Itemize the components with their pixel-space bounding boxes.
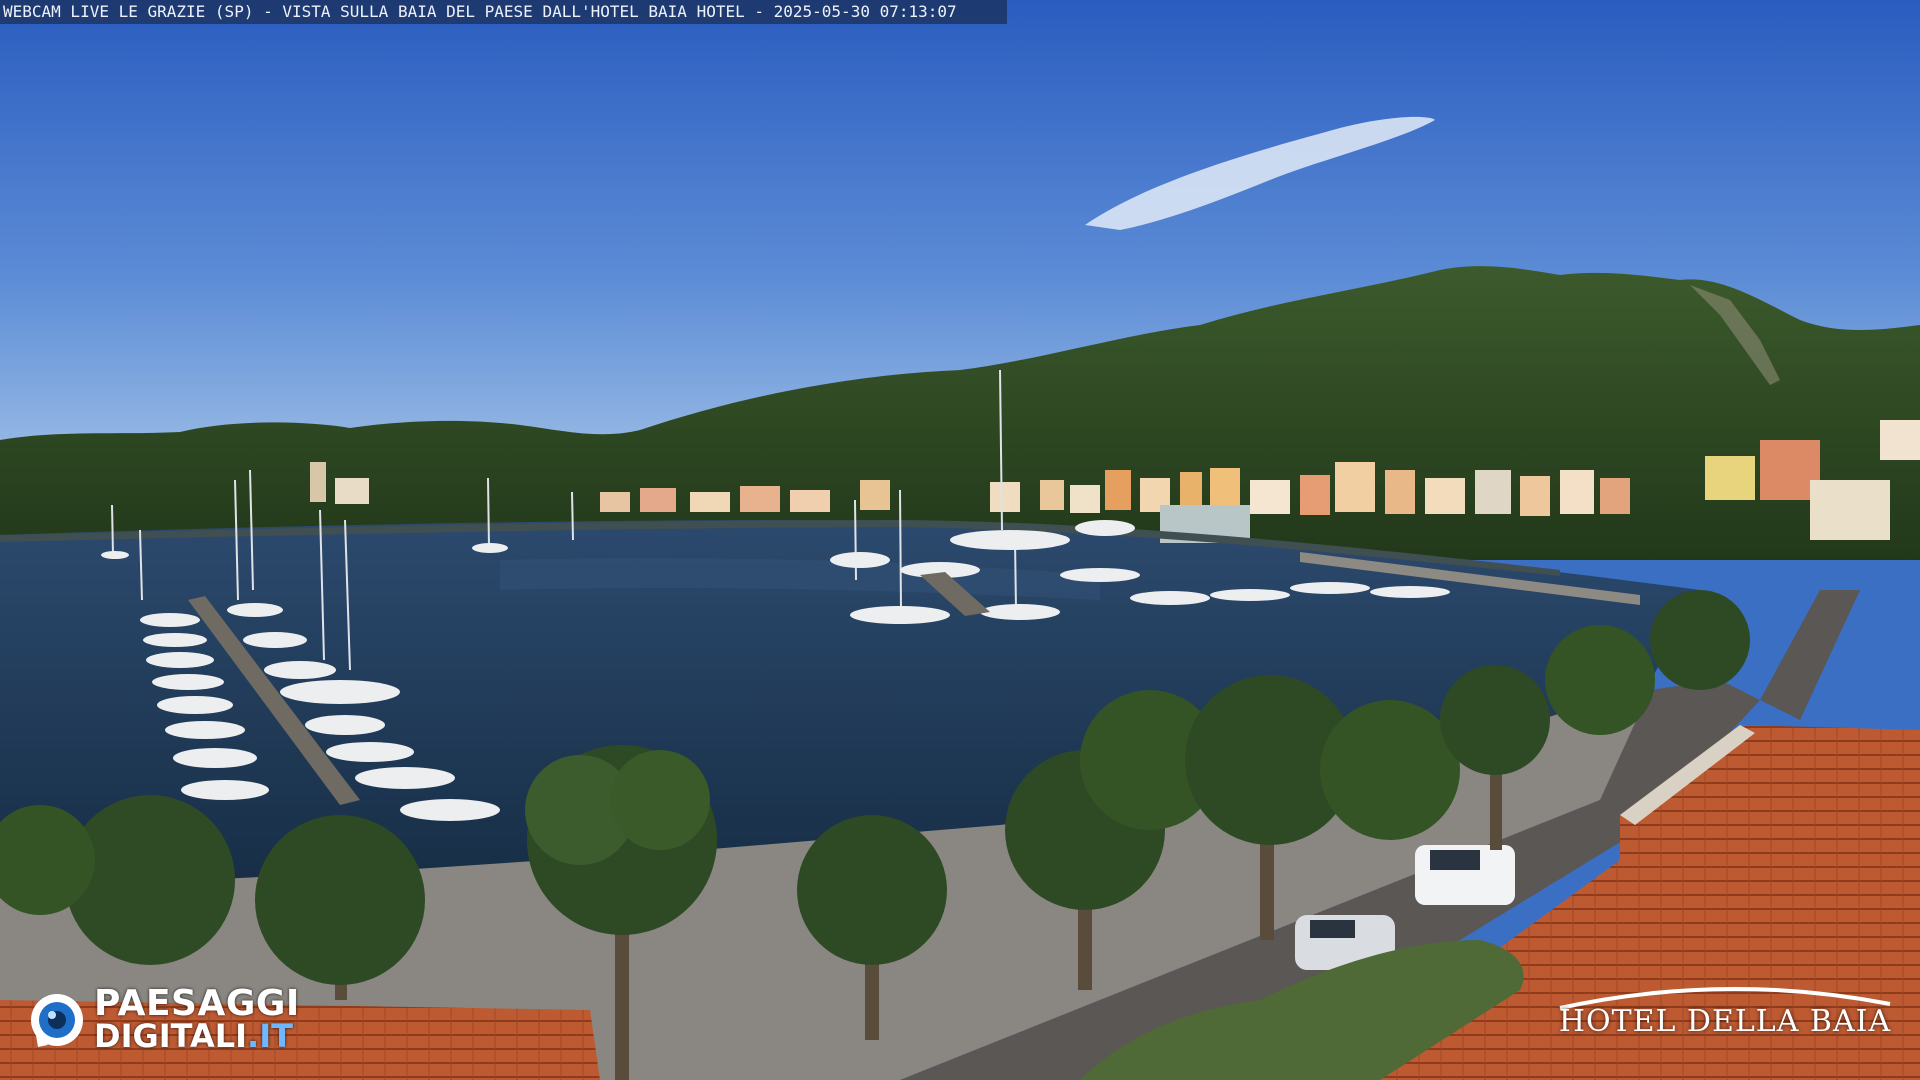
- road-hill: [1760, 590, 1860, 720]
- harbor-scene: [0, 0, 1920, 1080]
- hotel-della-baia-logo: HOTEL DELLA BAIA: [1550, 980, 1900, 1050]
- logo-line-2: DIGITALI: [94, 1017, 248, 1055]
- webcam-frame: WEBCAM LIVE LE GRAZIE (SP) - VISTA SULLA…: [0, 0, 1920, 1080]
- paesaggi-digitali-logo: PAESAGGI DIGITALI.IT: [28, 985, 300, 1055]
- webcam-title-overlay: WEBCAM LIVE LE GRAZIE (SP) - VISTA SULLA…: [0, 0, 1007, 24]
- camera-lens-icon: [31, 994, 83, 1047]
- logo-tld: .IT: [247, 1017, 293, 1055]
- hotel-name: HOTEL DELLA BAIA: [1558, 1004, 1892, 1039]
- logo-line-1: PAESAGGI: [94, 983, 300, 1024]
